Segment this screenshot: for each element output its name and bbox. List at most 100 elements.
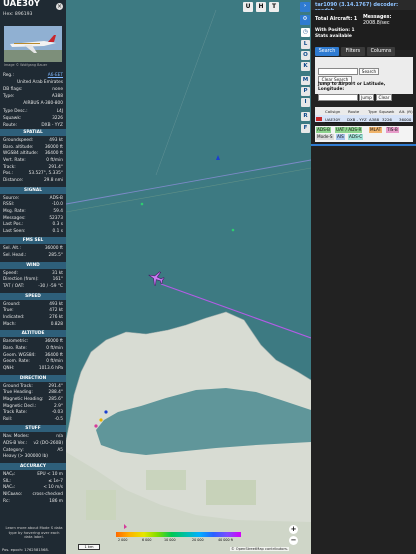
field-country: United Arab Emirates bbox=[2, 80, 64, 86]
messages-label: Messages: bbox=[363, 15, 392, 20]
expand-panel-button[interactable]: › bbox=[300, 2, 310, 12]
info-label: Pos.: bbox=[3, 171, 14, 177]
info-value: 2.9° bbox=[54, 403, 63, 409]
column-header[interactable]: Route bbox=[348, 109, 359, 114]
legend-tisb: TIS-B bbox=[386, 127, 399, 133]
info-value: -0.03 bbox=[51, 410, 63, 416]
info-value: 472 kt bbox=[49, 308, 63, 314]
column-header[interactable]: Squawk bbox=[379, 109, 394, 114]
info-row: True Heading: 288.4° bbox=[2, 390, 64, 396]
button-k[interactable]: K bbox=[301, 62, 310, 71]
map-button-u[interactable]: U bbox=[243, 2, 253, 12]
info-value: 36000 ft bbox=[44, 144, 63, 150]
info-value: 0.828 bbox=[50, 321, 63, 327]
info-value: cross-checked bbox=[32, 492, 64, 497]
tab-columns[interactable]: Columns bbox=[367, 47, 395, 56]
button-m[interactable]: M bbox=[301, 76, 310, 85]
column-header[interactable]: Type bbox=[368, 109, 377, 114]
history-icon[interactable]: ◷ bbox=[301, 28, 310, 37]
button-p[interactable]: P bbox=[301, 87, 310, 96]
tab-filters[interactable]: Filters bbox=[341, 47, 365, 56]
settings-button[interactable]: ⚙ bbox=[300, 15, 310, 25]
aircraft-photo[interactable] bbox=[4, 26, 62, 62]
search-button[interactable]: Search bbox=[359, 68, 379, 75]
info-row: Magnetic Decl.: 2.9° bbox=[2, 404, 64, 410]
zoom-in-button[interactable]: + bbox=[289, 525, 298, 534]
zoom-out-button[interactable]: − bbox=[289, 536, 298, 545]
info-row: SIL: ≤ 1e-7 bbox=[2, 479, 64, 485]
info-value: 36400 ft bbox=[44, 151, 63, 157]
info-row: NACᵥ: < 10 m/s bbox=[2, 485, 64, 491]
legend-ais: AIS bbox=[336, 134, 345, 140]
info-value: -10.0 bbox=[51, 202, 63, 208]
reg-link[interactable]: A6-EET bbox=[48, 73, 63, 79]
info-label: Geom. Rate: bbox=[3, 359, 30, 365]
info-label: Direction (from): bbox=[3, 277, 39, 283]
altitude-colorbar bbox=[116, 532, 241, 537]
button-o[interactable]: O bbox=[301, 51, 310, 60]
info-row: Sel. Alt.: 36000 ft bbox=[2, 246, 64, 252]
info-value: 493 kt bbox=[49, 138, 63, 143]
search-input[interactable] bbox=[318, 68, 358, 75]
info-row: Sel. Head.: 285.5° bbox=[2, 253, 64, 259]
stats-link[interactable]: Stats available bbox=[315, 34, 352, 39]
info-row: WGS84 altitude: 36400 ft bbox=[2, 151, 64, 157]
aircraft-callsign: UAE30Y bbox=[3, 0, 41, 9]
info-value: 288.4° bbox=[48, 390, 63, 396]
info-label: Ground Track: bbox=[3, 383, 33, 389]
column-header[interactable]: Alt. (ft) bbox=[399, 109, 413, 114]
info-value: 186 m bbox=[49, 498, 63, 504]
info-row: Distance: 29.8 nmi bbox=[2, 178, 64, 184]
legend-adsc: ADS-C bbox=[348, 134, 364, 140]
map-canvas[interactable] bbox=[66, 0, 311, 554]
info-label: Source: bbox=[3, 195, 20, 201]
message-rate: 2008.8/sec bbox=[363, 21, 390, 26]
info-label: Baro. Rate: bbox=[3, 345, 27, 351]
section-header-signal: SIGNAL bbox=[0, 186, 66, 194]
info-row: Last Pos.: 0.3 s bbox=[2, 222, 64, 228]
type-value: A388 bbox=[51, 94, 63, 99]
field-label: Route: bbox=[3, 123, 17, 128]
info-label: ADS-B Ver.: bbox=[3, 441, 28, 447]
button-i[interactable]: I bbox=[301, 98, 310, 107]
type-desc-value: L4J bbox=[56, 109, 63, 114]
section-header-fms-sel: FMS SEL bbox=[0, 237, 66, 245]
column-header[interactable]: Callsign bbox=[325, 109, 340, 114]
button-l[interactable]: L bbox=[301, 40, 310, 49]
info-label: Track Rate: bbox=[3, 410, 27, 416]
info-row: True: 472 kt bbox=[2, 308, 64, 314]
jump-input[interactable] bbox=[318, 94, 358, 101]
map-button-h[interactable]: H bbox=[256, 2, 266, 12]
info-label: Barometric: bbox=[3, 339, 29, 345]
jump-button[interactable]: Jump bbox=[359, 94, 374, 101]
cell-squawk: 3226 bbox=[382, 116, 392, 122]
pos-epoch: Pos. epoch: 1762581568. bbox=[2, 548, 49, 552]
button-r[interactable]: R bbox=[301, 112, 310, 121]
info-row: TAT / OAT: -30 / -59 °C bbox=[2, 284, 64, 290]
clear-jump-button[interactable]: Clear bbox=[376, 94, 392, 101]
cell-callsign[interactable]: UAE30Y bbox=[325, 117, 340, 122]
info-row: Ground: 493 kt bbox=[2, 302, 64, 308]
map-button-t[interactable]: T bbox=[269, 2, 279, 12]
aircraft-hex: Hex: 896193 bbox=[3, 12, 33, 17]
table-row[interactable]: UAE30Y DXB - YYZ A388 3226 36000 bbox=[315, 115, 413, 122]
info-label: Groundspeed: bbox=[3, 138, 34, 143]
field-type-desc: Type Desc.: L4J bbox=[2, 109, 64, 115]
field-label: Reg.: bbox=[3, 73, 14, 78]
info-row: Baro. altitude: 36000 ft bbox=[2, 145, 64, 151]
info-label: Magnetic Heading: bbox=[3, 396, 44, 402]
button-f[interactable]: F bbox=[301, 124, 310, 133]
section-header-altitude: ALTITUDE bbox=[0, 330, 66, 338]
jump-label: Jump to Airport or Latitude, Longitude: bbox=[318, 82, 386, 92]
info-value: 291.4° bbox=[48, 383, 63, 389]
legend-mlat: MLAT bbox=[369, 127, 383, 133]
close-icon[interactable]: × bbox=[56, 3, 63, 10]
info-label: QNH: bbox=[3, 365, 15, 371]
map-view[interactable] bbox=[66, 0, 311, 554]
tab-search[interactable]: Search bbox=[315, 47, 339, 56]
info-value: < 10 m/s bbox=[43, 485, 63, 491]
info-row: ADS-B Ver.: v2 (DO-260B) bbox=[2, 441, 64, 447]
info-value: 291.4° bbox=[48, 164, 63, 170]
map-attribution[interactable]: © OpenStreetMap contributors. bbox=[230, 547, 289, 551]
info-value: EPU < 10 m bbox=[37, 472, 63, 478]
